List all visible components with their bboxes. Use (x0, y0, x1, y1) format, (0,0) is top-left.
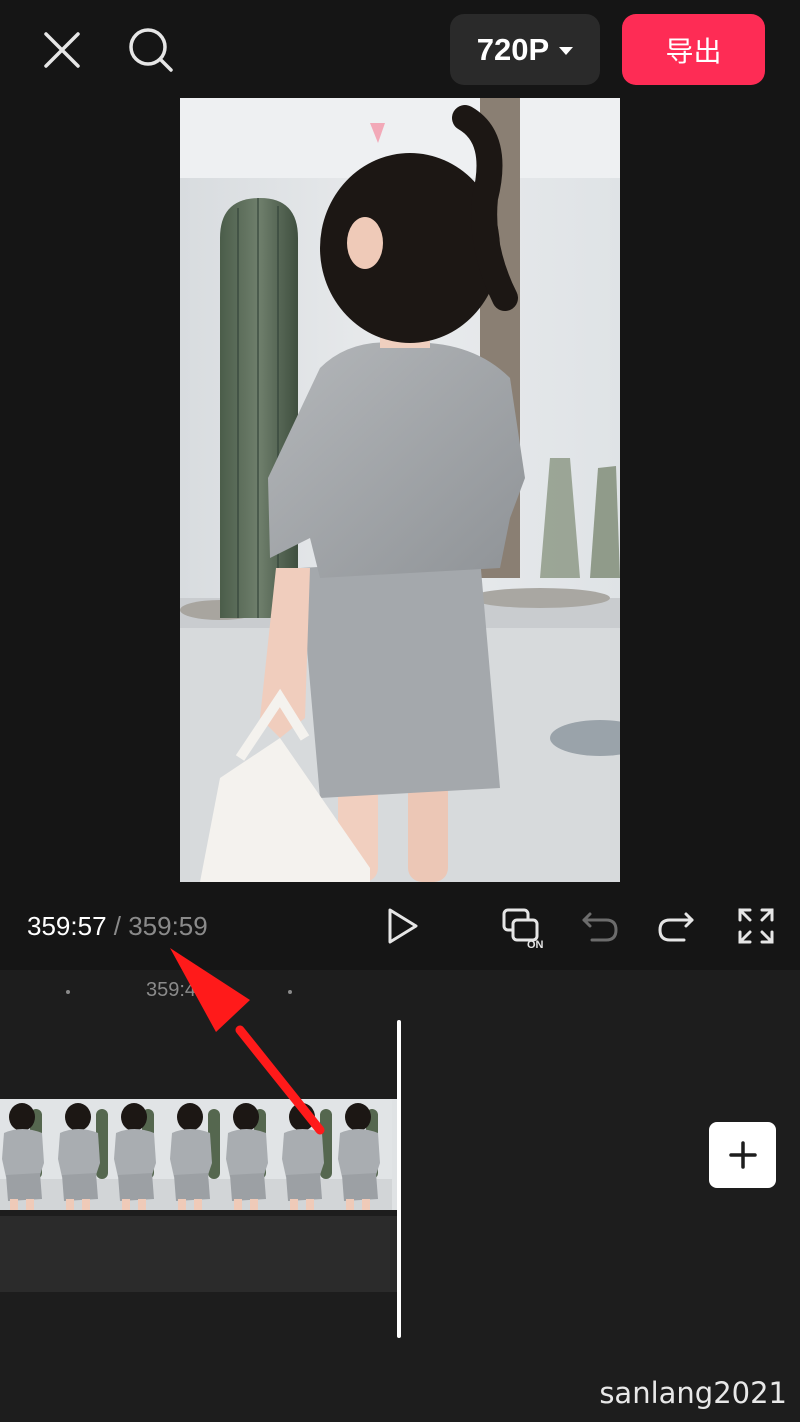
clip-thumbnail (0, 1099, 56, 1210)
export-label: 导出 (665, 34, 722, 68)
play-button[interactable] (380, 902, 424, 950)
undo-button[interactable] (578, 904, 622, 948)
keyframe-toggle-button[interactable]: ON (500, 902, 548, 952)
clip-thumbnail (336, 1099, 392, 1210)
export-button[interactable]: 导出 (622, 14, 765, 85)
playback-controls: 359:57 / 359:59 ON (0, 882, 800, 970)
video-clip-track[interactable] (0, 1099, 397, 1210)
clip-thumbnail (168, 1099, 224, 1210)
ruler-tick (288, 990, 292, 994)
video-editor-app: 720P 导出 359:57 / 359:59 ON 359:4 sanlang… (0, 0, 800, 1422)
close-button[interactable] (32, 20, 92, 80)
keyframe-on-icon: ON (502, 908, 544, 950)
video-preview[interactable] (180, 98, 620, 882)
preview-area (0, 98, 800, 882)
time-display: 359:57 / 359:59 (27, 906, 208, 946)
clip-thumbnail (280, 1099, 336, 1210)
ruler-label: 359:4 (146, 979, 197, 1001)
video-frame-image (180, 98, 620, 882)
top-bar: 720P 导出 (0, 0, 800, 98)
clip-thumbnail (224, 1099, 280, 1210)
plus-icon (728, 1141, 757, 1169)
timeline[interactable]: 359:4 (0, 970, 800, 1422)
fullscreen-icon (738, 908, 774, 944)
time-separator: / (106, 911, 129, 941)
search-button[interactable] (120, 20, 182, 80)
clip-thumbnail (56, 1099, 112, 1210)
chevron-down-icon (559, 47, 574, 55)
svg-text:ON: ON (527, 939, 544, 950)
resolution-label: 720P (476, 31, 550, 67)
current-time: 359:57 (27, 911, 107, 941)
clip-thumbnail (112, 1099, 168, 1210)
playhead[interactable] (397, 1020, 401, 1338)
ruler-tick (66, 990, 70, 994)
total-time: 359:59 (128, 911, 208, 941)
fullscreen-button[interactable] (734, 904, 778, 948)
resolution-dropdown[interactable]: 720P (450, 14, 600, 85)
audio-track[interactable] (0, 1216, 398, 1292)
play-icon (388, 908, 418, 944)
redo-button[interactable] (654, 904, 698, 948)
redo-icon (658, 912, 694, 942)
close-icon (44, 32, 80, 68)
search-icon (129, 28, 173, 72)
watermark: sanlang2021 (599, 1376, 787, 1410)
add-clip-button[interactable] (709, 1122, 776, 1188)
undo-icon (582, 912, 618, 942)
